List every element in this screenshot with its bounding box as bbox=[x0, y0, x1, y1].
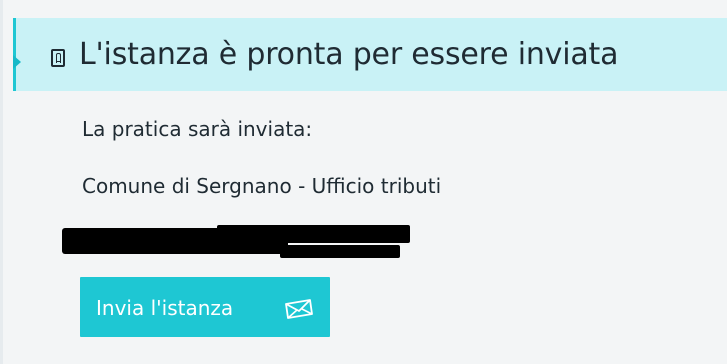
submit-request-button[interactable]: Invia l'istanza bbox=[80, 277, 330, 337]
recipient-office-text: Comune di Sergnano - Ufficio tributi bbox=[82, 174, 442, 198]
redaction-bar bbox=[280, 245, 400, 258]
submission-card: L'istanza è pronta per essere inviata La… bbox=[0, 0, 727, 364]
envelope-icon bbox=[284, 299, 314, 319]
send-intro-text: La pratica sarà inviata: bbox=[82, 117, 313, 141]
redacted-content bbox=[62, 223, 410, 262]
submit-button-label: Invia l'istanza bbox=[96, 296, 234, 320]
document-lock-icon bbox=[51, 49, 65, 67]
card-header: L'istanza è pronta per essere inviata bbox=[13, 18, 727, 91]
page-title: L'istanza è pronta per essere inviata bbox=[79, 37, 619, 72]
redaction-bar bbox=[217, 225, 410, 243]
header-marker-arrow bbox=[13, 55, 21, 69]
